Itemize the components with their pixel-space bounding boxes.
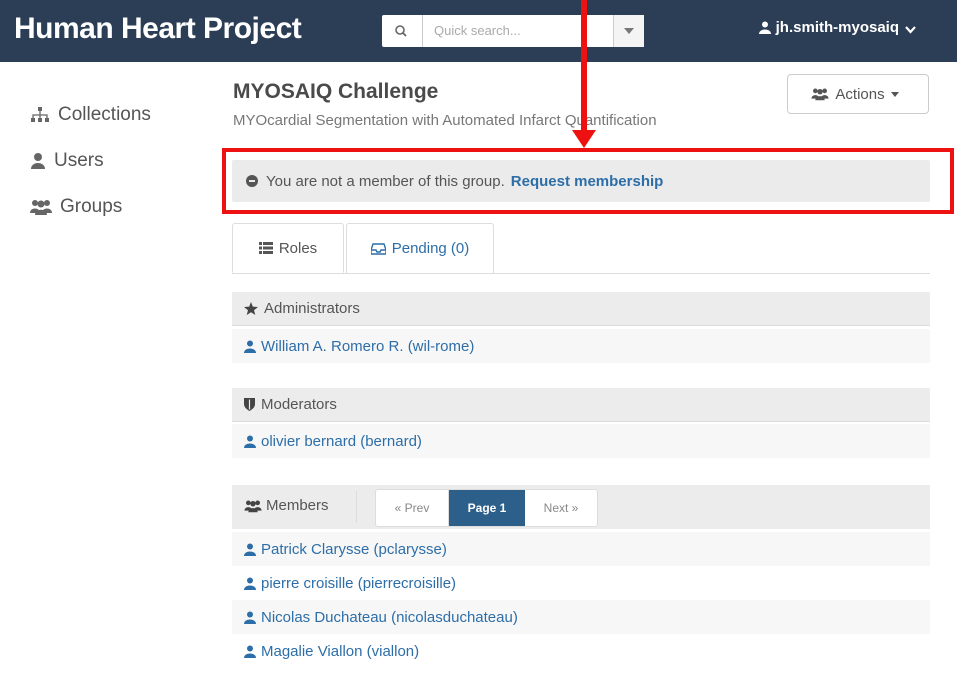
user-link[interactable]: Patrick Clarysse (pclarysse) [261,541,447,558]
user-link[interactable]: olivier bernard (bernard) [261,433,422,450]
members-header: Members « Prev Page 1 Next » [232,485,930,529]
page-title: MYOSAIQ Challenge [233,80,439,103]
user-name: jh.smith-myosaiq [775,19,899,36]
top-navbar: Human Heart Project Quick search... jh.s… [0,0,957,62]
user-link[interactable]: Nicolas Duchateau (nicolasduchateau) [261,609,518,626]
sidebar-nav: Collections Users Groups [30,92,151,230]
user-link[interactable]: William A. Romero R. (wil-rome) [261,338,474,355]
moderators-header: Moderators [232,388,930,422]
user-icon [244,645,256,658]
sidebar-item-label: Collections [58,104,151,125]
tab-roles[interactable]: Roles [232,223,344,273]
inbox-icon [370,242,386,255]
pager-prev-button[interactable]: « Prev [376,490,449,526]
tab-label: Roles [278,239,318,257]
chevron-down-icon [624,28,634,34]
actions-label: Actions [835,85,885,103]
sidebar-item-label: Groups [60,196,123,217]
search-icon[interactable] [390,21,412,41]
tab-bar: Roles Pending (0) [232,223,930,274]
administrators-header: Administrators [232,292,930,326]
annotation-arrow-head [572,130,596,148]
user-icon [758,21,771,34]
sitemap-icon [31,107,49,122]
annotation-arrow-line [581,0,587,134]
page-subtitle: MYOcardial Segmentation with Automated I… [233,112,657,129]
pager-current-page[interactable]: Page 1 [449,490,525,526]
search-scope-dropdown[interactable] [613,15,644,47]
pager-next-button[interactable]: Next » [525,490,597,526]
chevron-down-icon [905,26,916,34]
section-title: Moderators [261,396,337,413]
user-menu[interactable]: jh.smith-myosaiq [758,19,921,36]
list-item[interactable]: Nicolas Duchateau (nicolasduchateau) [232,600,930,634]
search-input[interactable]: Quick search... [434,23,521,38]
user-icon [244,340,256,353]
sidebar-item-users[interactable]: Users [30,138,151,184]
members-divider [356,491,357,523]
annotation-highlight-box [222,148,954,214]
members-pagination: « Prev Page 1 Next » [375,489,598,527]
user-icon [244,611,256,624]
sidebar-item-label: Users [54,150,104,171]
user-link[interactable]: Magalie Viallon (viallon) [261,643,419,660]
brand-title[interactable]: Human Heart Project [14,12,302,46]
quick-search-box[interactable]: Quick search... [382,15,644,47]
list-item[interactable]: Magalie Viallon (viallon) [232,634,930,668]
members-title: Members [244,497,329,514]
section-title: Members [266,497,329,514]
group-icon [30,200,52,215]
user-icon [244,577,256,590]
search-divider [422,15,423,47]
list-icon [258,242,273,254]
user-icon [244,435,256,448]
caret-down-icon [890,91,899,97]
user-link[interactable]: pierre croisille (pierrecroisille) [261,575,456,592]
actions-button[interactable]: Actions [787,74,929,114]
group-icon [244,500,262,512]
section-title: Administrators [264,300,360,317]
user-icon [31,153,45,169]
tab-pending[interactable]: Pending (0) [346,223,494,273]
shield-icon [244,398,255,411]
group-icon [811,88,829,101]
tab-label: Pending (0) [391,240,470,257]
user-icon [244,543,256,556]
star-icon [244,302,258,315]
list-item[interactable]: olivier bernard (bernard) [232,424,930,458]
list-item[interactable]: William A. Romero R. (wil-rome) [232,329,930,363]
list-item[interactable]: Patrick Clarysse (pclarysse) [232,532,930,566]
list-item[interactable]: pierre croisille (pierrecroisille) [232,566,930,600]
sidebar-item-groups[interactable]: Groups [30,184,151,230]
sidebar-item-collections[interactable]: Collections [30,92,151,138]
